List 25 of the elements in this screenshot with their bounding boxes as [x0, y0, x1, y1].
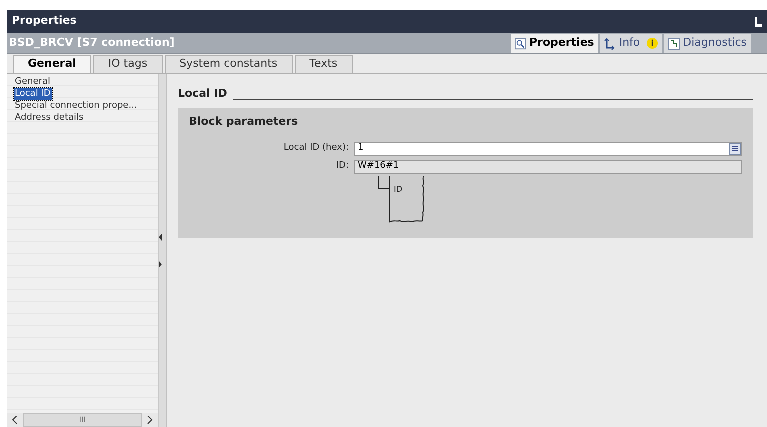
view-tab[interactable]: Diagnostics — [664, 34, 751, 53]
object-title: BSD_BRCV [S7 connection] — [8, 34, 175, 51]
window-title: Properties — [12, 13, 77, 30]
magnifier-icon — [515, 38, 526, 50]
sidebar-item[interactable]: General — [14, 76, 52, 88]
list-icon[interactable] — [729, 143, 741, 155]
arrows-icon — [604, 38, 616, 50]
field-label: Local ID (hex): — [282, 142, 349, 156]
sidebar-item[interactable]: Local ID — [14, 88, 52, 100]
view-tab[interactable]: Properties — [511, 34, 598, 53]
input-field[interactable]: 1 — [354, 142, 742, 156]
group-title: Block parameters — [189, 114, 300, 130]
sidebar-item[interactable]: Address details — [14, 112, 85, 124]
view-tab[interactable]: Info i — [600, 34, 662, 53]
tab[interactable]: System constants — [164, 55, 293, 73]
readonly-field: W#16#1 — [354, 160, 742, 174]
info-badge: i — [647, 38, 658, 49]
sidebar-item[interactable]: Special connection prope... — [14, 100, 138, 112]
diagnostics-icon — [668, 38, 680, 50]
section-title: Local ID — [178, 86, 228, 102]
pin-label: ID — [394, 184, 403, 196]
tab[interactable]: General — [13, 55, 92, 73]
tab[interactable]: IO tags — [93, 55, 163, 73]
field-label: ID: — [335, 160, 349, 174]
tab[interactable]: Texts — [294, 55, 353, 73]
